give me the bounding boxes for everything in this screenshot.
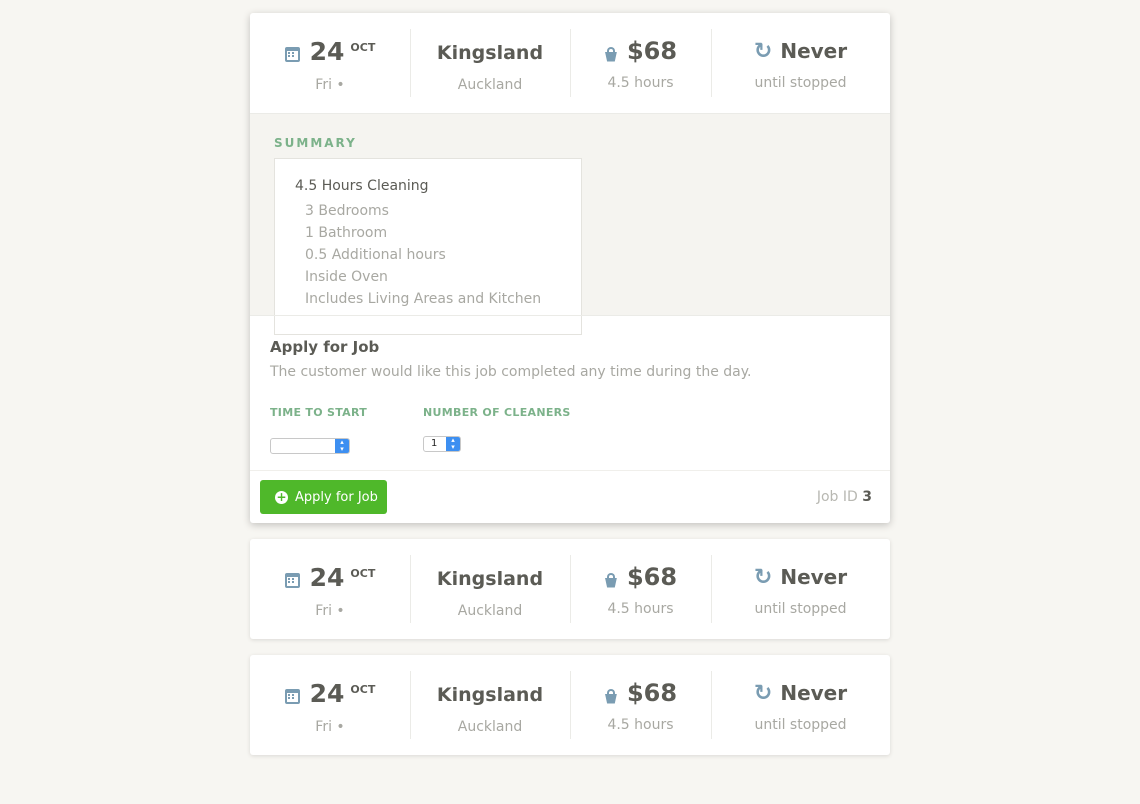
- number-of-cleaners-value: 1: [431, 438, 438, 449]
- bucket-icon: [604, 688, 617, 704]
- job-location: Kingsland Auckland: [410, 13, 570, 113]
- job-day: 24: [309, 36, 345, 66]
- job-price-value: $68: [626, 679, 678, 707]
- job-day: 24: [309, 562, 345, 592]
- job-date: 24 OCT Fri •: [250, 655, 410, 755]
- summary-title: SUMMARY: [274, 136, 357, 150]
- job-location: Kingsland Auckland: [410, 539, 570, 639]
- job-weekday: Fri •: [315, 77, 345, 93]
- job-month: OCT: [350, 567, 376, 580]
- apply-button-label: Apply for Job: [295, 489, 378, 505]
- job-id: Job ID 3: [817, 489, 872, 505]
- job-duration: 4.5 hours: [607, 601, 674, 617]
- repeat-icon: ↻: [753, 39, 773, 64]
- job-duration: 4.5 hours: [607, 717, 674, 733]
- job-repeat-sub: until stopped: [754, 75, 847, 91]
- job-weekday: Fri •: [315, 719, 345, 735]
- calendar-icon: [284, 46, 300, 62]
- summary-item: 1 Bathroom: [305, 225, 388, 241]
- job-location: Kingsland Auckland: [410, 655, 570, 755]
- job-price-value: $68: [626, 563, 678, 591]
- job-price: $68 4.5 hours: [570, 539, 711, 639]
- summary-item: Inside Oven: [305, 269, 388, 285]
- job-repeat-value: Never: [780, 39, 848, 63]
- number-of-cleaners-label: NUMBER OF CLEANERS: [423, 406, 571, 419]
- select-arrows-icon: ▴ ▾: [335, 439, 349, 453]
- repeat-icon: ↻: [753, 565, 773, 590]
- job-list: 24 OCT Fri • Kingsland Auckland $68 4.5 …: [250, 13, 890, 771]
- job-repeat-value: Never: [780, 565, 848, 589]
- job-card[interactable]: 24 OCT Fri • Kingsland Auckland $68 4.5 …: [250, 13, 890, 523]
- job-price: $68 4.5 hours: [570, 655, 711, 755]
- summary-item: 3 Bedrooms: [305, 203, 389, 219]
- summary-item: 0.5 Additional hours: [305, 247, 446, 263]
- job-suburb: Kingsland: [436, 42, 544, 64]
- job-id-label: Job ID: [816, 489, 858, 505]
- calendar-icon: [284, 572, 300, 588]
- job-card[interactable]: 24 OCT Fri • Kingsland Auckland $68 4.5 …: [250, 655, 890, 755]
- job-price: $68 4.5 hours: [570, 13, 711, 113]
- time-to-start-field: TIME TO START ▴ ▾: [270, 406, 367, 454]
- job-stats[interactable]: 24 OCT Fri • Kingsland Auckland $68 4.5 …: [250, 13, 890, 113]
- job-repeat-sub: until stopped: [754, 601, 847, 617]
- summary-heading: 4.5 Hours Cleaning: [295, 178, 429, 194]
- bucket-icon: [604, 46, 617, 62]
- number-of-cleaners-field: NUMBER OF CLEANERS 1 ▴ ▾: [423, 406, 571, 454]
- job-city: Auckland: [457, 719, 523, 735]
- card-footer: + Apply for Job Job ID 3: [250, 470, 890, 523]
- job-month: OCT: [350, 41, 376, 54]
- job-repeat: ↻ Never until stopped: [711, 655, 890, 755]
- time-to-start-label: TIME TO START: [270, 406, 368, 419]
- job-repeat: ↻ Never until stopped: [711, 13, 890, 113]
- job-suburb: Kingsland: [436, 684, 544, 706]
- apply-title: Apply for Job: [270, 338, 380, 356]
- job-card[interactable]: 24 OCT Fri • Kingsland Auckland $68 4.5 …: [250, 539, 890, 639]
- job-city: Auckland: [457, 77, 523, 93]
- job-city: Auckland: [457, 603, 523, 619]
- job-month: OCT: [350, 683, 376, 696]
- number-of-cleaners-select[interactable]: 1 ▴ ▾: [423, 435, 462, 452]
- job-repeat-sub: until stopped: [754, 717, 847, 733]
- job-date: 24 OCT Fri •: [250, 13, 410, 113]
- summary-item: Includes Living Areas and Kitchen: [305, 291, 542, 307]
- job-suburb: Kingsland: [436, 568, 544, 590]
- apply-description: The customer would like this job complet…: [270, 364, 752, 380]
- job-repeat: ↻ Never until stopped: [711, 539, 890, 639]
- job-date: 24 OCT Fri •: [250, 539, 410, 639]
- calendar-icon: [284, 688, 300, 704]
- job-duration: 4.5 hours: [607, 75, 674, 91]
- select-arrows-icon: ▴ ▾: [446, 436, 461, 451]
- job-repeat-value: Never: [780, 681, 848, 705]
- apply-for-job-button[interactable]: + Apply for Job: [260, 480, 387, 514]
- job-stats[interactable]: 24 OCT Fri • Kingsland Auckland $68 4.5 …: [250, 655, 890, 755]
- job-day: 24: [309, 678, 345, 708]
- plus-circle-icon: +: [275, 489, 288, 504]
- job-price-value: $68: [626, 37, 678, 65]
- job-stats[interactable]: 24 OCT Fri • Kingsland Auckland $68 4.5 …: [250, 539, 890, 639]
- job-weekday: Fri •: [315, 603, 345, 619]
- time-to-start-select[interactable]: ▴ ▾: [270, 438, 350, 454]
- bucket-icon: [604, 572, 617, 588]
- job-id-value: 3: [862, 489, 872, 505]
- repeat-icon: ↻: [753, 681, 773, 706]
- summary-box: 4.5 Hours Cleaning 3 Bedrooms 1 Bathroom…: [274, 158, 582, 335]
- apply-section: Apply for Job The customer would like th…: [250, 315, 890, 470]
- summary-section: SUMMARY 4.5 Hours Cleaning 3 Bedrooms 1 …: [250, 113, 890, 335]
